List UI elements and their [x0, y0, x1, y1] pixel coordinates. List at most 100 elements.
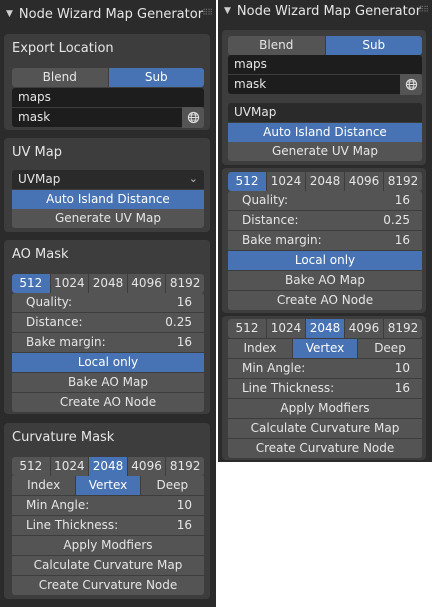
tab-blend[interactable]: Blend — [12, 68, 109, 87]
generate-uv-map-button[interactable]: Generate UV Map — [228, 142, 422, 161]
ao-res-8192[interactable]: 8192 — [166, 274, 204, 293]
ao-resolution-tabs: 512 1024 2048 4096 8192 — [12, 274, 204, 293]
curv-res-8192[interactable]: 8192 — [384, 319, 422, 338]
curv-res-512[interactable]: 512 — [228, 319, 267, 338]
create-curvature-node-button[interactable]: Create Curvature Node — [228, 439, 422, 458]
panel-title: Node Wizard Map Generator — [18, 6, 204, 22]
mode-index[interactable]: Index — [12, 476, 77, 495]
export-tabs: Blend Sub — [228, 36, 422, 55]
ao-local-only-toggle[interactable]: Local only — [12, 353, 204, 372]
folder-field[interactable]: maps — [12, 88, 204, 107]
uvmap-dropdown-value: UVMap — [234, 105, 277, 119]
auto-island-distance-toggle[interactable]: Auto Island Distance — [12, 190, 204, 209]
curvature-mask-section: 512 1024 2048 4096 8192 Index Vertex Dee… — [222, 316, 426, 460]
uvmap-dropdown[interactable]: UVMap ⌄ — [12, 170, 204, 189]
ao-bake-margin-value: 16 — [394, 233, 410, 247]
collapse-arrow-icon[interactable]: ▼ — [6, 9, 13, 19]
ao-bake-margin-label: Bake margin: — [26, 335, 106, 349]
apply-modifiers-button[interactable]: Apply Modfiers — [12, 536, 204, 555]
uv-map-section: UV Map UVMap ⌄ Auto Island Distance Gene… — [4, 138, 210, 232]
ao-distance-label: Distance: — [26, 315, 83, 329]
create-ao-node-button[interactable]: Create AO Node — [12, 393, 204, 412]
ao-res-1024[interactable]: 1024 — [50, 274, 90, 293]
create-curvature-node-button[interactable]: Create Curvature Node — [12, 576, 204, 595]
ao-res-512[interactable]: 512 — [12, 274, 51, 293]
ao-quality-value: 16 — [176, 295, 192, 309]
ao-quality-field[interactable]: Quality: 16 — [228, 191, 422, 210]
ao-distance-value: 0.25 — [165, 315, 192, 329]
line-thickness-label: Line Thickness: — [242, 381, 335, 395]
drag-grip-icon[interactable]: ⠿⠿ — [418, 5, 429, 14]
drag-grip-icon[interactable]: ⠿⠿ — [202, 8, 213, 17]
line-thickness-label: Line Thickness: — [26, 518, 119, 532]
panel-header[interactable]: ▼ Node Wizard Map Generator ⠿⠿ — [218, 0, 432, 22]
globe-icon[interactable] — [182, 107, 204, 128]
curv-res-512[interactable]: 512 — [12, 457, 51, 476]
create-ao-node-button[interactable]: Create AO Node — [228, 291, 422, 310]
curv-res-2048[interactable]: 2048 — [89, 457, 128, 476]
ao-bake-margin-field[interactable]: Bake margin: 16 — [12, 333, 204, 352]
ao-quality-value: 16 — [394, 193, 410, 207]
curv-res-8192[interactable]: 8192 — [166, 457, 204, 476]
ao-quality-field[interactable]: Quality: 16 — [12, 293, 204, 312]
ao-res-2048[interactable]: 2048 — [306, 172, 345, 191]
ao-quality-label: Quality: — [26, 295, 73, 309]
folder-field[interactable]: maps — [228, 55, 422, 74]
tab-blend[interactable]: Blend — [228, 36, 326, 55]
panel-header[interactable]: ▼ Node Wizard Map Generator ⠿⠿ — [0, 0, 216, 28]
curv-res-1024[interactable]: 1024 — [50, 457, 90, 476]
calculate-curvature-map-button[interactable]: Calculate Curvature Map — [228, 419, 422, 438]
curv-res-4096[interactable]: 4096 — [345, 319, 384, 338]
mode-deep[interactable]: Deep — [358, 339, 422, 358]
line-thickness-field[interactable]: Line Thickness: 16 — [12, 516, 204, 535]
tab-sub[interactable]: Sub — [325, 36, 422, 55]
name-field[interactable]: mask — [12, 108, 182, 127]
bake-ao-map-button[interactable]: Bake AO Map — [228, 271, 422, 290]
apply-modifiers-button[interactable]: Apply Modfiers — [228, 399, 422, 418]
ao-res-4096[interactable]: 4096 — [127, 274, 167, 293]
line-thickness-value: 16 — [394, 381, 410, 395]
collapse-arrow-icon[interactable]: ▼ — [224, 6, 231, 16]
min-angle-label: Min Angle: — [26, 498, 90, 512]
name-field[interactable]: mask — [228, 75, 400, 94]
curv-res-4096[interactable]: 4096 — [127, 457, 167, 476]
min-angle-value: 10 — [176, 498, 192, 512]
mode-deep[interactable]: Deep — [140, 476, 204, 495]
globe-icon[interactable] — [400, 74, 422, 95]
curv-res-1024[interactable]: 1024 — [267, 319, 306, 338]
uvmap-dropdown[interactable]: UVMap — [228, 103, 422, 122]
mode-vertex[interactable]: Vertex — [293, 339, 358, 358]
ao-distance-field[interactable]: Distance: 0.25 — [228, 211, 422, 230]
mode-index[interactable]: Index — [228, 339, 293, 358]
line-thickness-field[interactable]: Line Thickness: 16 — [228, 379, 422, 398]
ao-res-2048[interactable]: 2048 — [89, 274, 128, 293]
uv-map-heading: UV Map — [12, 145, 62, 160]
ao-bake-margin-label: Bake margin: — [242, 233, 322, 247]
ao-distance-field[interactable]: Distance: 0.25 — [12, 313, 204, 332]
mode-vertex[interactable]: Vertex — [76, 476, 141, 495]
ao-res-8192[interactable]: 8192 — [384, 172, 422, 191]
ao-res-512[interactable]: 512 — [228, 172, 267, 191]
ao-distance-value: 0.25 — [383, 213, 410, 227]
left-panel: ▼ Node Wizard Map Generator ⠿⠿ Export Lo… — [0, 0, 216, 607]
tab-sub[interactable]: Sub — [108, 68, 204, 87]
curvature-mode-tabs: Index Vertex Deep — [228, 339, 422, 358]
curvature-mode-tabs: Index Vertex Deep — [12, 476, 204, 495]
curvature-resolution-tabs: 512 1024 2048 4096 8192 — [12, 457, 204, 476]
auto-island-distance-toggle[interactable]: Auto Island Distance — [228, 123, 422, 142]
ao-mask-section: 512 1024 2048 4096 8192 Quality: 16 Dist… — [222, 168, 426, 313]
ao-bake-margin-field[interactable]: Bake margin: 16 — [228, 231, 422, 250]
curvature-resolution-tabs: 512 1024 2048 4096 8192 — [228, 319, 422, 338]
ao-quality-label: Quality: — [242, 193, 289, 207]
generate-uv-map-button[interactable]: Generate UV Map — [12, 209, 204, 228]
calculate-curvature-map-button[interactable]: Calculate Curvature Map — [12, 556, 204, 575]
ao-res-4096[interactable]: 4096 — [345, 172, 384, 191]
curv-res-2048[interactable]: 2048 — [306, 319, 345, 338]
bake-ao-map-button[interactable]: Bake AO Map — [12, 373, 204, 392]
ao-local-only-toggle[interactable]: Local only — [228, 251, 422, 270]
chevron-down-icon: ⌄ — [188, 172, 198, 185]
ao-res-1024[interactable]: 1024 — [267, 172, 306, 191]
min-angle-value: 10 — [394, 361, 410, 375]
min-angle-field[interactable]: Min Angle: 10 — [228, 359, 422, 378]
min-angle-field[interactable]: Min Angle: 10 — [12, 496, 204, 515]
